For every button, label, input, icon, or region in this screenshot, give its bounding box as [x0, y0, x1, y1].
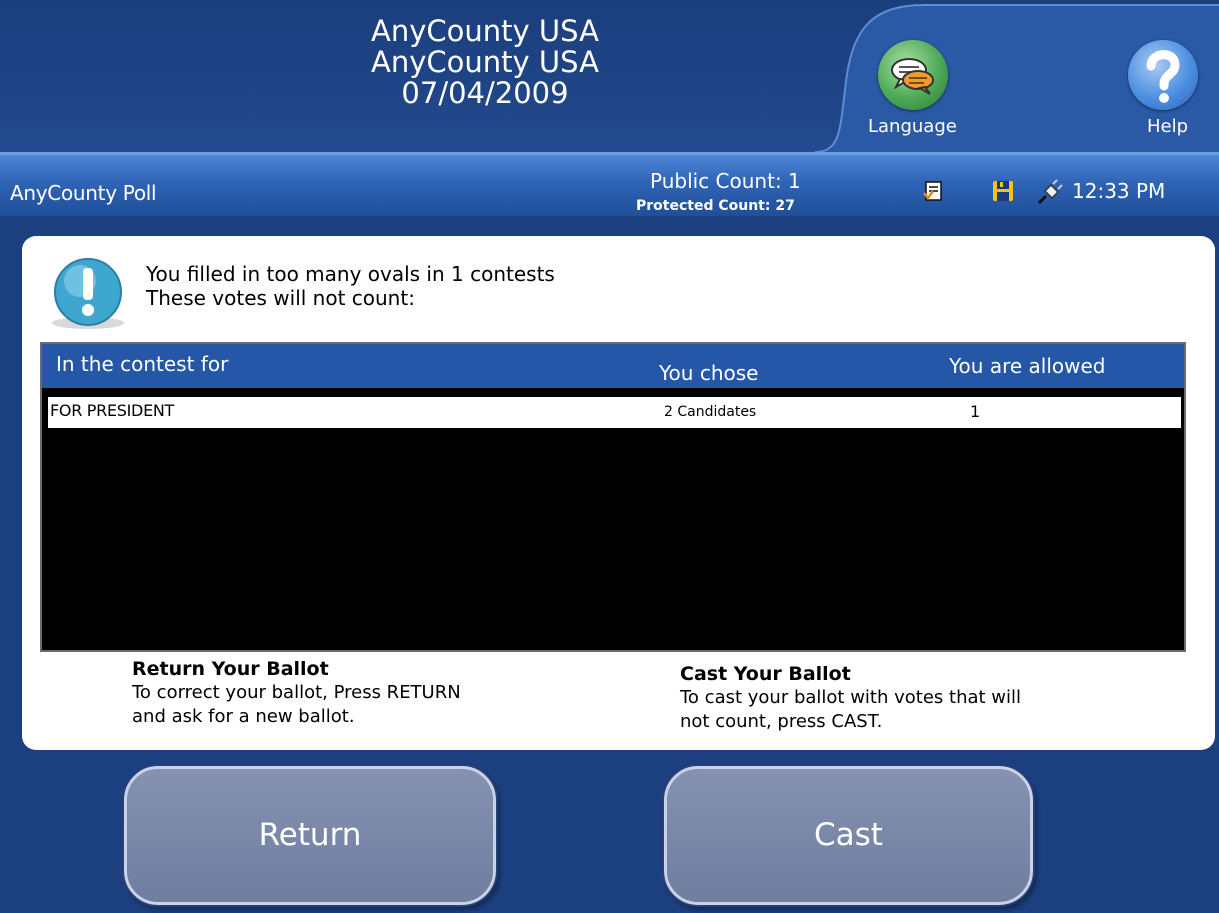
message-line-2: These votes will not count:: [146, 286, 415, 310]
clock-time: 12:33 PM: [1072, 179, 1166, 203]
column-header-allowed: You are allowed: [949, 354, 1106, 378]
return-line-1: To correct your ballot, Press RETURN: [132, 682, 461, 703]
table-header: In the contest for You chose You are all…: [42, 344, 1184, 388]
help-label: Help: [1147, 116, 1189, 137]
power-plug-icon: [1037, 179, 1063, 205]
cast-line-2: not count, press CAST.: [680, 711, 883, 732]
jurisdiction-line-2: AnyCounty USA: [371, 45, 599, 79]
jurisdiction-line-1: AnyCounty USA: [371, 14, 599, 48]
header-banner: AnyCounty USA AnyCounty USA 07/04/2009 L…: [0, 0, 1219, 152]
contest-name: FOR PRESIDENT: [50, 401, 175, 420]
return-title: Return Your Ballot: [132, 658, 329, 680]
protected-count: Protected Count: 27: [636, 198, 795, 214]
column-header-chose: You chose: [659, 361, 759, 385]
speech-bubbles-icon: [891, 58, 934, 95]
cast-title: Cast Your Ballot: [680, 663, 851, 685]
exclamation-alert-icon: [52, 258, 124, 329]
cast-instructions: Cast Your Ballot To cast your ballot wit…: [680, 662, 1021, 734]
ballot-check-icon: [923, 181, 942, 201]
table-row[interactable]: FOR PRESIDENT 2 Candidates 1: [48, 397, 1181, 428]
return-button[interactable]: Return: [124, 766, 496, 905]
status-bar: AnyCounty Poll Public Count: 1 Protected…: [0, 152, 1219, 216]
public-count: Public Count: 1: [650, 169, 801, 193]
language-button[interactable]: [878, 40, 948, 110]
election-date: 07/04/2009: [401, 76, 569, 110]
column-header-contest: In the contest for: [56, 352, 229, 376]
save-disk-icon: [993, 181, 1013, 201]
chose-count: 2 Candidates: [664, 404, 757, 420]
overvote-message: You filled in too many ovals in 1 contes…: [146, 262, 555, 310]
cast-button[interactable]: Cast: [664, 766, 1033, 905]
allowed-count: 1: [970, 402, 981, 421]
election-title: AnyCounty USA AnyCounty USA 07/04/2009: [345, 16, 625, 109]
cast-line-1: To cast your ballot with votes that will: [680, 687, 1022, 708]
return-line-2: and ask for a new ballot.: [132, 706, 355, 727]
overvote-table: In the contest for You chose You are all…: [40, 342, 1186, 652]
question-mark-icon: [1146, 50, 1180, 103]
language-label: Language: [868, 116, 957, 137]
poll-name: AnyCounty Poll: [10, 181, 157, 205]
return-instructions: Return Your Ballot To correct your ballo…: [132, 657, 461, 729]
help-button[interactable]: [1128, 40, 1198, 110]
message-line-1: You filled in too many ovals in 1 contes…: [146, 262, 555, 286]
